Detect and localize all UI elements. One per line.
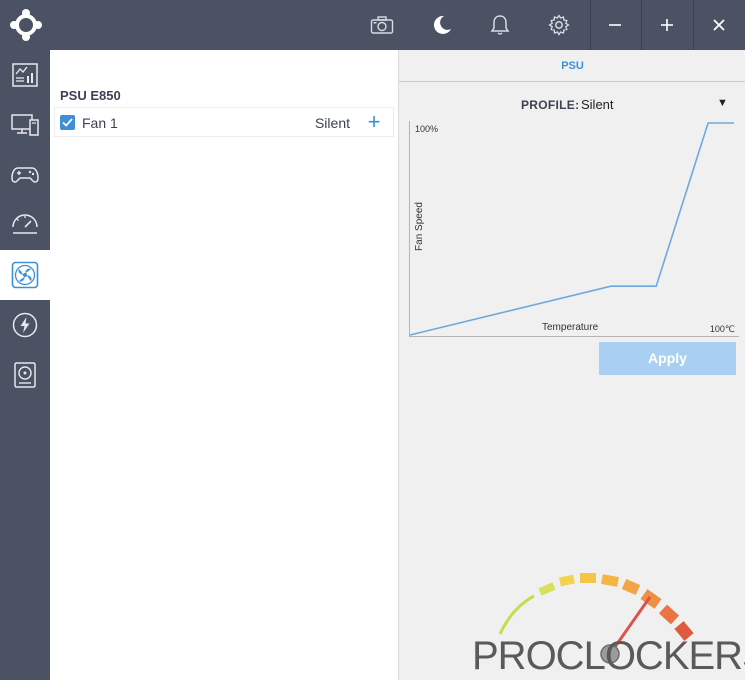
sidebar-item-power[interactable] xyxy=(0,300,50,350)
fan-profile: Silent xyxy=(314,115,350,131)
close-icon[interactable] xyxy=(704,10,734,40)
titlebar-divider xyxy=(590,0,591,50)
gamepad-icon xyxy=(11,167,39,183)
moon-icon[interactable] xyxy=(427,10,457,40)
gear-icon[interactable] xyxy=(544,10,574,40)
gauge-icon xyxy=(12,214,38,234)
apply-button[interactable]: Apply xyxy=(599,342,736,375)
profile-label: PROFILE: xyxy=(521,98,580,112)
system-monitor-icon xyxy=(11,114,39,136)
add-fan-button[interactable]: + xyxy=(363,111,385,133)
bell-icon[interactable] xyxy=(485,10,515,40)
maximize-icon[interactable] xyxy=(652,10,682,40)
hard-drive-icon xyxy=(14,362,36,388)
fan-curve-line[interactable] xyxy=(409,122,734,336)
fan-name: Fan 1 xyxy=(82,115,118,131)
fan-icon xyxy=(11,261,39,289)
titlebar-divider xyxy=(693,0,694,50)
profile-value: Silent xyxy=(581,97,614,112)
sidebar-item-storage[interactable] xyxy=(0,350,50,400)
sidebar-item-gaming[interactable] xyxy=(0,150,50,200)
fan-checkbox[interactable] xyxy=(60,115,75,130)
sidebar-item-dashboard[interactable] xyxy=(0,50,50,100)
sidebar xyxy=(0,50,50,680)
y-axis-label: Fan Speed xyxy=(413,202,425,251)
dashboard-icon xyxy=(12,63,38,87)
checkmark-icon xyxy=(62,118,73,127)
watermark-text: PROCLOCKERS xyxy=(472,634,745,678)
title-bar xyxy=(0,0,745,50)
x-max-label: 100℃ xyxy=(709,324,735,334)
sidebar-item-performance[interactable] xyxy=(0,200,50,250)
proclockers-watermark: PROCLOCKERS xyxy=(472,572,745,678)
fan-row[interactable]: Fan 1 Silent + xyxy=(54,107,394,137)
titlebar-divider xyxy=(641,0,642,50)
device-list-panel: PSU E850 Fan 1 Silent + xyxy=(50,50,398,680)
camera-icon[interactable] xyxy=(367,10,397,40)
y-max-label: 100% xyxy=(415,124,439,134)
lightning-icon xyxy=(12,312,38,338)
sidebar-item-system[interactable] xyxy=(0,100,50,150)
tab-psu[interactable]: PSU xyxy=(399,50,745,82)
device-title: PSU E850 xyxy=(60,88,121,103)
sidebar-item-cooling[interactable] xyxy=(0,250,50,300)
caret-down-icon[interactable]: ▼ xyxy=(717,97,728,109)
fan-curve-graph[interactable]: 100% Fan Speed Temperature 100℃ xyxy=(409,121,739,337)
x-axis-label: Temperature xyxy=(542,322,599,333)
minimize-icon[interactable] xyxy=(600,10,630,40)
app-logo-icon[interactable] xyxy=(8,7,44,43)
fan-curve-chart xyxy=(409,121,739,337)
